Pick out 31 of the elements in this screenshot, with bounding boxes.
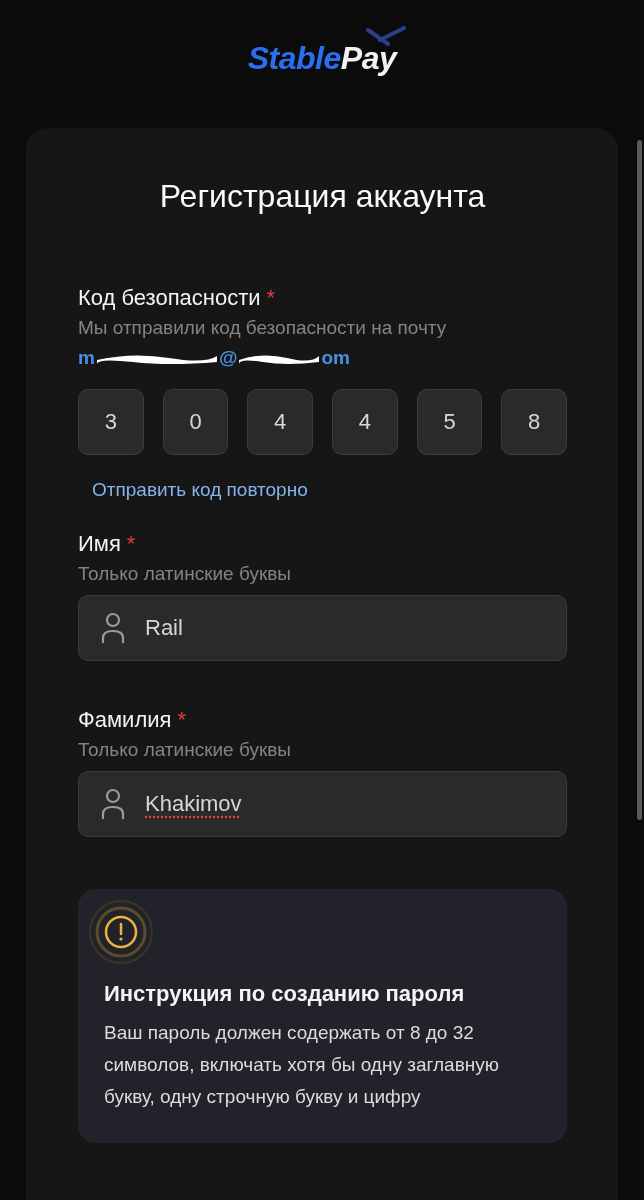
swoosh-icon — [366, 26, 406, 48]
notice-text: Ваш пароль должен содержать от 8 до 32 символов, включать хотя бы одну заглавную букву, одну строчную букву и цифру — [104, 1021, 500, 1109]
hint-text: Только латинские буквы — [78, 563, 292, 585]
email-fragment[interactable]: om — [321, 347, 350, 369]
warning-icon — [88, 899, 154, 965]
code-digit-field[interactable]: 4 — [332, 389, 398, 455]
field-label: Имя — [78, 531, 121, 557]
required-asterisk: * — [177, 707, 186, 733]
form-title: Регистрация аккаунта — [158, 178, 487, 215]
text-field[interactable]: Khakimov — [78, 771, 567, 837]
email-fragment[interactable]: @ — [218, 347, 238, 369]
required-asterisk: * — [126, 531, 136, 557]
hint-text: Только латинские буквы — [78, 739, 292, 761]
hint-text: Мы отправили код безопасности на почту — [78, 317, 448, 339]
email-fragment[interactable]: m — [78, 347, 95, 369]
required-asterisk: * — [266, 285, 276, 311]
resend-code-link[interactable]: Отправить код повторно — [92, 479, 308, 501]
code-digit-field[interactable]: 5 — [416, 389, 483, 455]
code-digit-field[interactable]: 4 — [247, 389, 313, 455]
logo-text: Pay — [340, 40, 397, 78]
text-field[interactable]: Rail — [78, 595, 567, 661]
code-digit-field[interactable]: 8 — [501, 389, 568, 455]
logo-text: Stable — [247, 40, 341, 78]
code-digit-field[interactable]: 0 — [162, 389, 229, 455]
user-icon — [101, 612, 125, 644]
field-label: Код безопасности — [78, 285, 261, 311]
field-label: Фамилия — [78, 707, 172, 733]
scrollbar[interactable] — [637, 140, 642, 820]
code-digit-field[interactable]: 3 — [78, 389, 144, 455]
user-icon — [101, 788, 125, 820]
notice-title: Инструкция по созданию пароля — [104, 981, 466, 1007]
